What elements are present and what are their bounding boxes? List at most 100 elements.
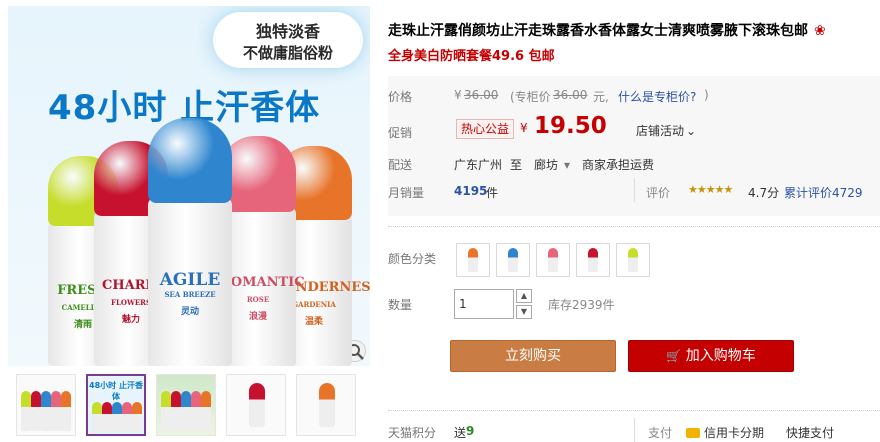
credit-card-icon: [686, 428, 700, 438]
shipping-fee: 商家承担运费: [582, 158, 655, 172]
sales-divider: [634, 178, 635, 202]
thumb-bottle: [31, 391, 41, 431]
color-swatch-1[interactable]: [456, 243, 490, 277]
cabinet-price-link[interactable]: 什么是专柜价?: [618, 88, 696, 105]
thumbnail-5[interactable]: [296, 374, 356, 436]
thumbnail-4[interactable]: [226, 374, 286, 436]
payment-label: 支付: [648, 426, 673, 440]
footer-divider: [388, 410, 880, 411]
product-bottle: AGILE SEA BREEZE 灵动: [148, 118, 232, 366]
thumb-bottle: [181, 391, 191, 431]
thumb-bottle: [132, 402, 142, 432]
color-swatch-3[interactable]: [536, 243, 570, 277]
payment-divider: [634, 418, 635, 442]
product-page: 独特淡香 不做庸脂俗粉 48小时 止汗香体 FRESH CAMELLIA 清雨 CHA…: [0, 0, 880, 442]
thumbnail-2[interactable]: 48小时 止汗香体: [86, 374, 146, 436]
buy-now-button[interactable]: 立刻购买: [450, 340, 616, 372]
quantity-label: 数量: [388, 298, 413, 312]
thumb-bottle: [191, 391, 201, 431]
thumb-caption: 48小时 止汗香体: [89, 381, 143, 401]
total-reviews-link[interactable]: 累计评价4729: [784, 184, 863, 201]
express-pay[interactable]: 快捷支付: [786, 424, 834, 441]
dropdown-arrow-icon: ▾: [564, 158, 571, 172]
bottle-sublabel: SEA BREEZE: [164, 290, 216, 299]
orig-price-symbol: ¥: [454, 88, 462, 102]
bottle-label: AGILE: [159, 270, 221, 290]
swatch-bottle: [468, 248, 478, 272]
ship-to-word: 至: [510, 158, 523, 172]
cabinet-prefix: (专柜价: [510, 90, 551, 104]
stock-text: 库存2939件: [548, 298, 615, 312]
thumbnail-1[interactable]: [16, 374, 76, 436]
monthly-sales-unit: 件: [486, 186, 499, 200]
thumbnail-strip: 48小时 止汗香体: [8, 374, 370, 440]
total-reviews-label: 累计评价: [784, 186, 833, 200]
cabinet-price: 36.00: [553, 88, 588, 102]
swatch-bottle: [548, 248, 558, 272]
quantity-input[interactable]: 1: [454, 289, 514, 319]
thumb-bottle: [112, 402, 122, 432]
promo-price: 19.50: [534, 113, 607, 139]
monthly-sales-label: 月销量: [388, 186, 425, 200]
color-swatch-4[interactable]: [576, 243, 610, 277]
thumb-bottle: [249, 383, 265, 427]
thumb-bottle: [41, 391, 51, 431]
total-reviews-count: 4729: [832, 186, 863, 200]
credit-installment-label: 信用卡分期: [704, 426, 765, 440]
rating-stars-icon: ★★★★★: [688, 183, 733, 196]
thumb-bottle: [201, 391, 211, 431]
swatch-bottle: [628, 248, 638, 272]
options-divider: [388, 226, 880, 227]
chevron-down-icon: ⌄: [686, 124, 697, 138]
thumb-bottle: [51, 391, 61, 431]
cart-icon: 🛒: [666, 349, 682, 363]
rating-score: 4.7分: [748, 186, 780, 200]
quantity-decrease-button[interactable]: ▼: [516, 305, 532, 319]
bottle-cn-label: 灵动: [180, 307, 199, 317]
shipping-label: 配送: [388, 158, 413, 172]
color-swatch-5[interactable]: [616, 243, 650, 277]
shop-activity-dropdown[interactable]: 店铺活动 ⌄: [636, 122, 696, 139]
product-title: 走珠止汗露俏颜坊止汗走珠露香水香体露女士清爽喷雾腋下滚珠包邮 ❀: [388, 20, 826, 40]
thumb-bottle: [319, 383, 335, 427]
color-swatch-2[interactable]: [496, 243, 530, 277]
product-subtitle: 全身美白防晒套餐49.6 包邮: [388, 49, 555, 64]
cabinet-close: ): [704, 88, 709, 102]
cloud-line-1: 独特淡香: [255, 22, 320, 41]
add-to-cart-button[interactable]: 🛒 加入购物车: [628, 340, 794, 372]
cabinet-suffix: 元,: [593, 90, 609, 104]
monthly-sales-count: 4195: [454, 184, 488, 198]
price-label: 价格: [388, 90, 413, 104]
thumb-bottle: [122, 402, 132, 432]
color-label: 颜色分类: [388, 252, 437, 266]
main-product-image[interactable]: 独特淡香 不做庸脂俗粉 48小时 止汗香体 FRESH CAMELLIA 清雨 CHA…: [8, 6, 370, 366]
product-title-text: 走珠止汗露俏颜坊止汗走珠露香水香体露女士清爽喷雾腋下滚珠包邮: [388, 23, 808, 39]
promo-label: 促销: [388, 126, 413, 140]
ship-from: 广东广州: [454, 158, 503, 172]
thumb-bottle: [21, 391, 31, 431]
credit-installment[interactable]: 信用卡分期: [686, 424, 764, 441]
points-prefix: 送: [454, 426, 467, 440]
product-gallery: 独特淡香 不做庸脂俗粉 48小时 止汗香体 FRESH CAMELLIA 清雨 CHA…: [8, 6, 370, 442]
promo-price-symbol: ¥: [520, 121, 528, 135]
ship-destination-select[interactable]: 廊坊 ▾: [534, 156, 570, 173]
bottle-body: AGILE SEA BREEZE 灵动: [148, 197, 232, 366]
quantity-increase-button[interactable]: ▲: [516, 289, 532, 303]
thumb-bottle: [61, 391, 71, 431]
thumb-bottle: [102, 402, 112, 432]
rating-label: 评价: [646, 186, 671, 200]
cloud-badge: 独特淡香 不做庸脂俗粉: [213, 12, 363, 68]
product-details: 走珠止汗露俏颜坊止汗走珠露香水香体露女士清爽喷雾腋下滚珠包邮 ❀ 全身美白防晒套餐…: [388, 0, 880, 442]
ship-to: 廊坊: [534, 158, 559, 172]
swatch-bottle: [588, 248, 598, 272]
tmall-flower-icon: ❀: [814, 23, 826, 39]
orig-price: 36.00: [464, 88, 499, 102]
shop-activity-label: 店铺活动: [636, 124, 685, 138]
thumb-bottle: [171, 391, 181, 431]
swatch-bottle: [508, 248, 518, 272]
thumbnail-3[interactable]: [156, 374, 216, 436]
thumb-bottle: [161, 391, 171, 431]
promo-badge: 热心公益: [456, 119, 515, 139]
tmall-points-label: 天猫积分: [388, 426, 437, 440]
cloud-line-2: 不做庸脂俗粉: [242, 44, 333, 62]
